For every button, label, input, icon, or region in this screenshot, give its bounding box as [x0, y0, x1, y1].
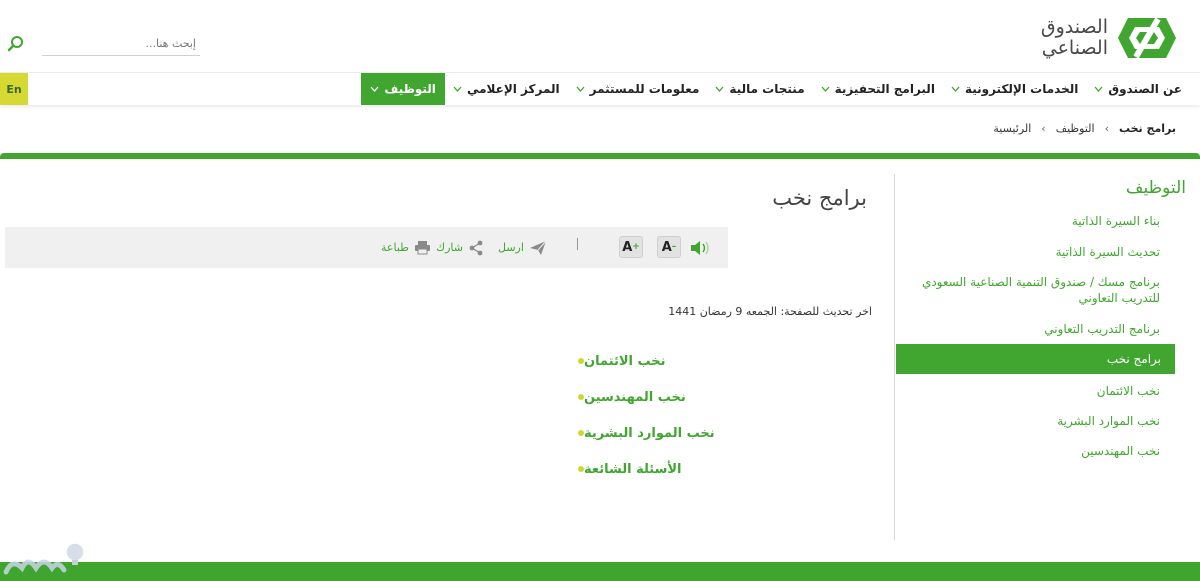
site-header: الصندوق الصناعي	[0, 0, 1200, 72]
nav-item-about[interactable]: عن الصندوق	[1086, 73, 1190, 105]
link-credit-elite[interactable]: نخب الائتمان	[584, 354, 666, 369]
font-increase-button[interactable]: A +	[619, 236, 643, 258]
footer-bar	[0, 562, 1200, 581]
send-icon	[529, 240, 547, 255]
watermark-logo-icon	[3, 542, 85, 575]
chevron-down-icon	[715, 86, 724, 92]
link-faq[interactable]: الأسئلة الشائعة	[584, 462, 682, 477]
nav-item-label: البرامج التحفيزية	[834, 82, 935, 96]
page-title: برامج نخب	[772, 186, 867, 210]
chevron-down-icon	[453, 86, 462, 92]
sidebar-item-hr-elite[interactable]: نخب الموارد البشرية	[1047, 413, 1174, 429]
section-divider-bar	[0, 153, 1200, 159]
chevron-down-icon	[951, 86, 960, 92]
nav-item-investor-info[interactable]: معلومات للمستثمر	[568, 73, 708, 105]
bullet-icon	[578, 430, 584, 436]
speaker-icon	[691, 240, 709, 255]
print-button[interactable]: طباعة	[381, 227, 431, 268]
breadcrumb-current: برامج نخب	[1118, 122, 1176, 135]
sidebar-item-engineers-elite[interactable]: نخب المهندسين	[1071, 443, 1174, 459]
font-decrease-label: A	[661, 239, 672, 255]
share-icon	[469, 240, 483, 255]
chevron-down-icon	[576, 86, 585, 92]
bullet-icon	[578, 358, 584, 364]
sidebar-item-nukhab-programs[interactable]: برامج نخب	[896, 344, 1175, 374]
plus-icon: +	[632, 242, 640, 252]
list-item[interactable]: نخب الائتمان	[568, 343, 868, 379]
chevron-left-icon: ›	[1041, 122, 1046, 135]
sidebar-item-credit-elite[interactable]: نخب الائتمان	[1087, 383, 1174, 399]
language-toggle-button[interactable]: En	[0, 73, 28, 105]
logo-line-1: الصندوق	[1040, 16, 1108, 38]
nav-item-media-center[interactable]: المركز الإعلامي	[445, 73, 568, 105]
nav-item-label: التوظيف	[384, 82, 436, 96]
logo-mark-icon	[1118, 17, 1176, 59]
nav-item-incentive-programs[interactable]: البرامج التحفيزية	[813, 73, 943, 105]
nav-item-financial-products[interactable]: منتجات مالية	[707, 73, 812, 105]
share-button[interactable]: شارك	[436, 227, 484, 268]
link-hr-elite[interactable]: نخب الموارد البشرية	[584, 426, 715, 441]
main-nav: عن الصندوق الخدمات الإلكترونية البرامج ا…	[0, 72, 1200, 105]
print-label: طباعة	[381, 241, 409, 254]
nav-item-careers[interactable]: التوظيف	[361, 73, 445, 105]
search-icon[interactable]	[6, 34, 26, 54]
list-item[interactable]: نخب الموارد البشرية	[568, 415, 868, 451]
bullet-icon	[578, 394, 584, 400]
breadcrumb-home[interactable]: الرئيسية	[993, 122, 1031, 135]
send-label: ارسل	[498, 241, 524, 254]
font-increase-label: A	[622, 239, 633, 255]
chevron-down-icon	[821, 86, 830, 92]
search-box	[4, 30, 200, 58]
sidebar-item-build-cv[interactable]: بناء السيرة الذاتية	[1062, 213, 1174, 229]
nav-item-label: المركز الإعلامي	[466, 82, 560, 96]
breadcrumb-parent[interactable]: التوظيف	[1056, 122, 1095, 135]
logo-text: الصندوق الصناعي	[1041, 17, 1108, 59]
site-logo[interactable]: الصندوق الصناعي	[1041, 14, 1178, 62]
nav-item-label: منتجات مالية	[729, 82, 805, 96]
toolbar-divider	[577, 238, 578, 250]
sidebar-item-coop-training[interactable]: برنامج التدريب التعاوني	[1034, 321, 1174, 337]
minus-icon: –	[671, 242, 677, 252]
nav-item-label: عن الصندوق	[1108, 82, 1182, 96]
sidebar-item-misk-program[interactable]: برنامج مسك / صندوق التنمية الصناعية السع…	[894, 274, 1174, 306]
list-item[interactable]: نخب المهندسين	[568, 379, 868, 415]
nav-item-eservices[interactable]: الخدمات الإلكترونية	[943, 73, 1086, 105]
elite-program-links: نخب الائتمان نخب المهندسين نخب الموارد ا…	[568, 343, 868, 487]
sidebar-title: التوظيف	[1125, 178, 1186, 198]
nav-item-label: معلومات للمستثمر	[589, 82, 700, 96]
printer-icon	[414, 241, 430, 255]
search-input[interactable]	[42, 32, 200, 56]
nav-item-label: الخدمات الإلكترونية	[964, 82, 1079, 96]
nav-items: عن الصندوق الخدمات الإلكترونية البرامج ا…	[361, 73, 1190, 105]
breadcrumb: الرئيسية › التوظيف › برامج نخب	[993, 122, 1176, 135]
send-button[interactable]: ارسل	[498, 227, 547, 268]
listen-button[interactable]	[689, 227, 711, 268]
page-toolbar: A – A + ارسل شارك طباعة	[5, 227, 728, 268]
bullet-icon	[578, 466, 584, 472]
sidebar-item-update-cv[interactable]: تحديث السيرة الذاتية	[1046, 244, 1174, 260]
chevron-down-icon	[1094, 86, 1103, 92]
list-item[interactable]: الأسئلة الشائعة	[568, 451, 868, 487]
chevron-left-icon: ›	[1104, 122, 1109, 135]
chevron-down-icon	[370, 86, 379, 92]
font-decrease-button[interactable]: A –	[657, 236, 681, 258]
sidebar: التوظيف بناء السيرة الذاتية تحديث السيرة…	[894, 174, 1200, 540]
logo-line-2: الصناعي	[1041, 37, 1108, 59]
share-label: شارك	[436, 241, 463, 254]
last-updated-text: اخر تحديث للصفحة: الجمعه 9 رمضان 1441	[668, 305, 872, 318]
link-engineers-elite[interactable]: نخب المهندسين	[584, 390, 686, 405]
